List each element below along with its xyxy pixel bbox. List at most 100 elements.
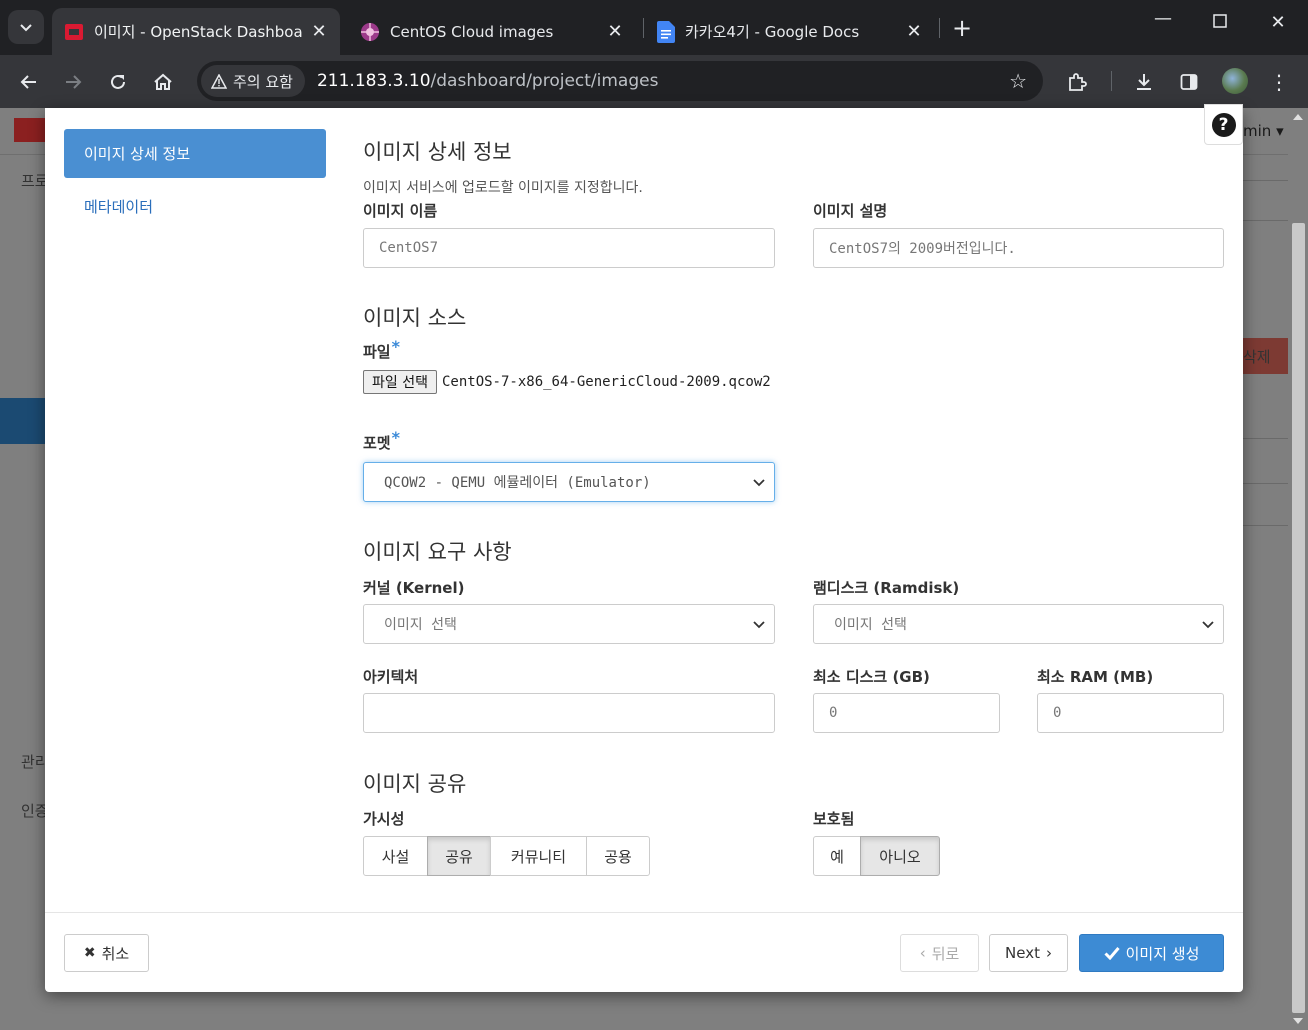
ramdisk-select-value: 이미지 선택 bbox=[834, 617, 907, 633]
tab-separator bbox=[939, 18, 940, 38]
address-bar[interactable]: 주의 요함 211.183.3.10/dashboard/project/ima… bbox=[197, 61, 1043, 101]
security-chip[interactable]: 주의 요함 bbox=[201, 65, 305, 97]
back-button-label: 뒤로 bbox=[931, 944, 960, 963]
scroll-down-arrow-icon[interactable] bbox=[1293, 1018, 1303, 1024]
choose-file-button[interactable]: 파일 선택 bbox=[363, 370, 437, 394]
close-tab-icon[interactable]: ✕ bbox=[606, 21, 624, 42]
url-text: 211.183.3.10/dashboard/project/images bbox=[317, 71, 659, 91]
bookmark-star-icon[interactable]: ☆ bbox=[1009, 69, 1027, 93]
home-icon[interactable] bbox=[148, 67, 178, 97]
tab-centos[interactable]: CentOS Cloud images ✕ bbox=[348, 8, 636, 55]
kernel-select-value: 이미지 선택 bbox=[384, 617, 457, 633]
protected-label: 보호됨 bbox=[813, 810, 855, 828]
tab-title: CentOS Cloud images bbox=[390, 22, 554, 41]
visibility-shared-button[interactable]: 공유 bbox=[427, 836, 491, 876]
close-tab-icon[interactable]: ✕ bbox=[905, 21, 923, 42]
format-select[interactable]: QCOW2 - QEMU 에뮬레이터 (Emulator) bbox=[363, 462, 775, 502]
create-image-modal: ? 이미지 상세 정보 메타데이터 이미지 상세 정보 이미지 서비스에 업로드… bbox=[45, 104, 1243, 992]
delete-images-button: 삭제 bbox=[1243, 338, 1288, 374]
tab-title: 카카오4기 - Google Docs bbox=[685, 23, 860, 41]
sidebar-active-item bbox=[0, 398, 46, 444]
min-disk-input[interactable]: 0 bbox=[813, 693, 1000, 733]
cancel-button[interactable]: ✖ 취소 bbox=[64, 934, 149, 972]
minimize-icon[interactable]: — bbox=[1148, 8, 1178, 29]
section-title-requirements: 이미지 요구 사항 bbox=[363, 540, 512, 564]
profile-avatar[interactable] bbox=[1222, 68, 1248, 94]
image-name-label: 이미지 이름 bbox=[363, 202, 438, 220]
extensions-icon[interactable] bbox=[1062, 67, 1092, 97]
kernel-label: 커널 (Kernel) bbox=[363, 579, 465, 597]
visibility-public-button[interactable]: 공용 bbox=[586, 836, 650, 876]
modal-footer-divider bbox=[45, 912, 1243, 913]
image-name-input[interactable]: CentOS7 bbox=[363, 228, 775, 268]
tab-openstack[interactable]: 이미지 - OpenStack Dashboard ✕ bbox=[52, 8, 340, 55]
wizard-step-details[interactable]: 이미지 상세 정보 bbox=[64, 129, 326, 178]
section-title-source: 이미지 소스 bbox=[363, 306, 467, 330]
details-help-text: 이미지 서비스에 업로드할 이미지를 지정합니다. bbox=[363, 180, 643, 196]
visibility-private-button[interactable]: 사설 bbox=[363, 836, 428, 876]
image-description-label: 이미지 설명 bbox=[813, 202, 888, 220]
chevron-down-icon bbox=[753, 621, 765, 629]
browser-toolbar: 주의 요함 211.183.3.10/dashboard/project/ima… bbox=[0, 55, 1308, 108]
help-icon: ? bbox=[1211, 112, 1236, 137]
protected-yes-button[interactable]: 예 bbox=[813, 836, 861, 876]
reload-icon[interactable] bbox=[103, 67, 133, 97]
scrollbar-thumb[interactable] bbox=[1292, 223, 1305, 1013]
next-button-label: Next bbox=[1005, 944, 1040, 962]
tab-google-docs[interactable]: 카카오4기 - Google Docs ✕ bbox=[645, 8, 935, 55]
visibility-community-button[interactable]: 커뮤니티 bbox=[490, 836, 587, 876]
side-panel-icon[interactable] bbox=[1174, 67, 1204, 97]
tab-search-button[interactable] bbox=[8, 10, 44, 44]
image-name-value: CentOS7 bbox=[379, 240, 439, 256]
chevron-down-icon bbox=[1202, 621, 1214, 629]
page-scrollbar[interactable] bbox=[1288, 108, 1308, 1030]
min-disk-value: 0 bbox=[829, 705, 838, 721]
architecture-label: 아키텍처 bbox=[363, 668, 419, 686]
section-title-sharing: 이미지 공유 bbox=[363, 772, 467, 796]
chevron-right-icon: › bbox=[1045, 944, 1052, 962]
google-docs-favicon-icon bbox=[657, 20, 675, 43]
visibility-label: 가시성 bbox=[363, 810, 405, 828]
new-tab-icon[interactable]: + bbox=[950, 14, 974, 42]
ramdisk-select[interactable]: 이미지 선택 bbox=[813, 604, 1224, 644]
back-arrow-icon[interactable] bbox=[14, 67, 44, 97]
close-window-icon[interactable]: ✕ bbox=[1263, 12, 1293, 33]
wizard-step-metadata[interactable]: 메타데이터 bbox=[64, 178, 326, 226]
maximize-icon[interactable] bbox=[1205, 12, 1235, 33]
architecture-input[interactable] bbox=[363, 693, 775, 733]
table-line bbox=[1243, 525, 1288, 526]
min-ram-input[interactable]: 0 bbox=[1037, 693, 1224, 733]
tab-title: 이미지 - OpenStack Dashboard bbox=[94, 23, 302, 41]
centos-favicon-icon bbox=[361, 22, 379, 41]
next-button[interactable]: Next › bbox=[989, 934, 1068, 972]
image-description-value: CentOS7의 2009버전입니다. bbox=[829, 241, 1016, 257]
user-menu-label: min bbox=[1243, 122, 1272, 140]
download-icon[interactable] bbox=[1129, 67, 1159, 97]
scroll-up-arrow-icon[interactable] bbox=[1293, 114, 1303, 120]
warning-icon bbox=[211, 73, 227, 89]
file-label-text: 파일 bbox=[363, 343, 391, 361]
create-image-button-label: 이미지 생성 bbox=[1125, 944, 1200, 963]
selected-file-name: CentOS-7-x86_64-GenericCloud-2009.qcow2 bbox=[441, 374, 771, 390]
cancel-button-label: 취소 bbox=[101, 944, 130, 963]
create-image-button[interactable]: 이미지 생성 bbox=[1079, 934, 1224, 972]
table-line bbox=[1243, 180, 1288, 181]
help-button[interactable]: ? bbox=[1204, 104, 1243, 145]
toolbar-separator bbox=[1111, 71, 1112, 91]
url-path: /dashboard/project/images bbox=[430, 71, 659, 91]
required-asterisk-icon: * bbox=[391, 428, 400, 447]
file-label: 파일* bbox=[363, 337, 400, 362]
min-ram-value: 0 bbox=[1053, 705, 1062, 721]
openstack-favicon-icon bbox=[65, 23, 83, 40]
user-menu[interactable]: min ▾ bbox=[1243, 122, 1284, 140]
image-description-input[interactable]: CentOS7의 2009버전입니다. bbox=[813, 228, 1224, 268]
file-picker: 파일 선택 CentOS-7-x86_64-GenericCloud-2009.… bbox=[363, 370, 771, 394]
back-button[interactable]: ‹ 뒤로 bbox=[900, 934, 979, 972]
protected-no-button[interactable]: 아니오 bbox=[860, 836, 940, 876]
forward-arrow-icon[interactable] bbox=[58, 67, 88, 97]
browser-menu-icon[interactable]: ⋮ bbox=[1264, 67, 1294, 97]
close-tab-icon[interactable]: ✕ bbox=[310, 21, 328, 42]
format-select-value: QCOW2 - QEMU 에뮬레이터 (Emulator) bbox=[384, 475, 651, 491]
browser-tab-bar: 이미지 - OpenStack Dashboard ✕ CentOS Cloud… bbox=[0, 0, 1308, 55]
kernel-select[interactable]: 이미지 선택 bbox=[363, 604, 775, 644]
